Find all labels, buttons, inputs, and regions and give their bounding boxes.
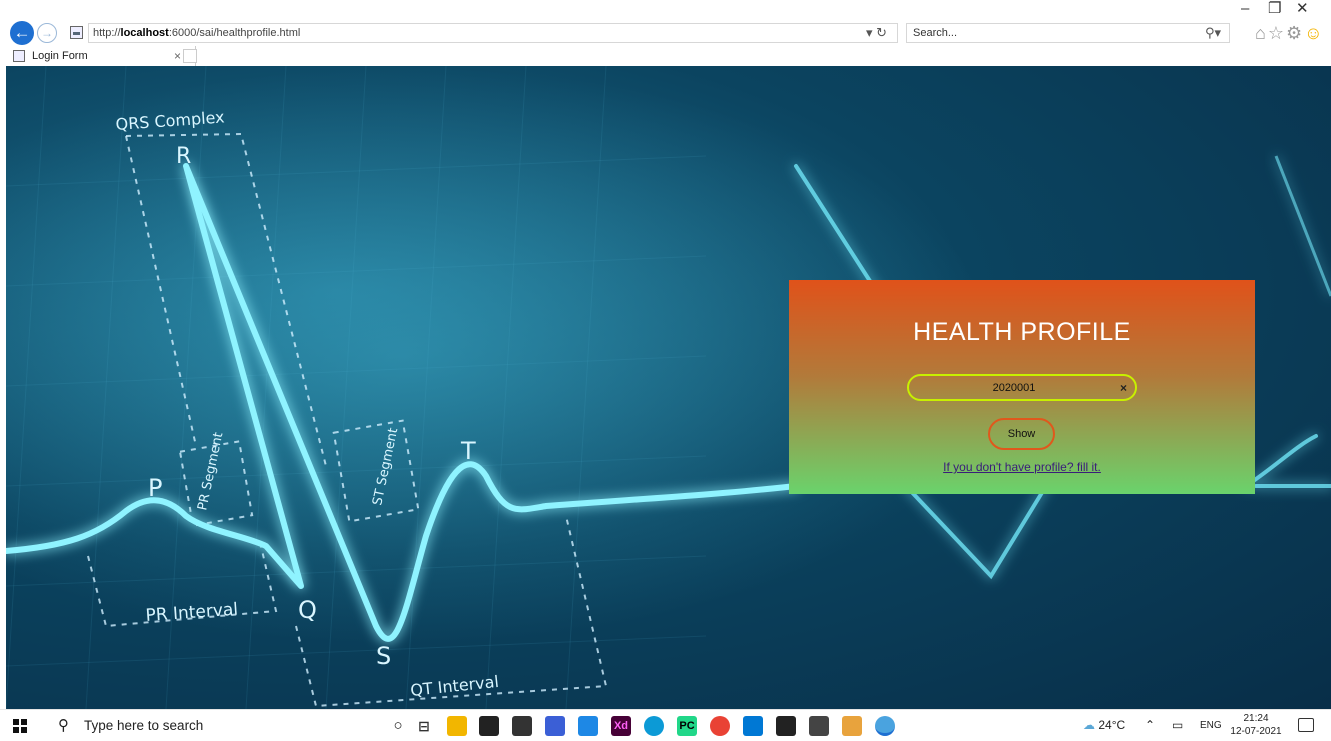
taskbar-search-placeholder: Type here to search	[84, 718, 204, 733]
t-wave-label: T	[460, 437, 476, 465]
vscode-icon[interactable]	[743, 716, 763, 736]
clock-date: 12-07-2021	[1230, 726, 1282, 737]
app-icon-blue[interactable]	[545, 716, 565, 736]
terminal-icon[interactable]	[776, 716, 796, 736]
close-window-icon[interactable]: ✕	[1296, 0, 1309, 18]
language-indicator[interactable]: ENG	[1200, 710, 1222, 741]
browser-search-input[interactable]: Search...	[906, 23, 1230, 43]
gear-icon[interactable]: ⚙	[1286, 23, 1304, 43]
url-host: localhost	[120, 27, 169, 39]
forward-button[interactable]: →	[37, 23, 57, 43]
profile-id-input[interactable]	[919, 379, 1109, 397]
edge-icon[interactable]	[644, 716, 664, 736]
address-bar[interactable]: http://localhost:6000/sai/healthprofile.…	[88, 23, 898, 43]
clear-input-icon[interactable]: ×	[1120, 379, 1127, 397]
r-wave-label: R	[176, 144, 191, 169]
tab-page-icon	[13, 50, 25, 62]
new-tab-button[interactable]	[183, 49, 197, 63]
fill-profile-link[interactable]: If you don't have profile? fill it.	[789, 460, 1255, 474]
minimize-icon[interactable]: –	[1241, 0, 1249, 18]
mail-icon[interactable]	[512, 716, 532, 736]
chrome-icon[interactable]	[710, 716, 730, 736]
cortana-icon[interactable]: ○	[388, 716, 408, 736]
profile-id-field[interactable]: ×	[907, 374, 1137, 401]
photos-icon[interactable]	[809, 716, 829, 736]
file-explorer-icon[interactable]	[447, 716, 467, 736]
battery-icon[interactable]: ▭	[1172, 710, 1183, 741]
clock-time: 21:24	[1243, 713, 1269, 724]
panel-title: HEALTH PROFILE	[913, 318, 1131, 346]
adobe-xd-icon[interactable]: Xd	[611, 716, 631, 736]
skype-icon[interactable]	[578, 716, 598, 736]
internet-explorer-icon[interactable]	[875, 716, 895, 736]
smiley-feedback-icon[interactable]: ☺	[1304, 23, 1324, 43]
home-icon[interactable]: ⌂	[1255, 23, 1268, 43]
url-prefix: http://	[93, 27, 121, 39]
show-button[interactable]: Show	[988, 418, 1055, 450]
refresh-button[interactable]: ▾ ↻	[866, 23, 887, 43]
page-content: QRS Complex R P Q S T PR Segment ST Segm…	[6, 66, 1331, 709]
weather-widget[interactable]: ☁ 24°C	[1083, 710, 1125, 741]
p-wave-label: P	[148, 474, 162, 502]
page-icon	[70, 26, 83, 39]
url-path: :6000/sai/healthprofile.html	[168, 27, 301, 39]
paint-icon[interactable]	[842, 716, 862, 736]
restore-icon[interactable]: ❐	[1268, 0, 1281, 18]
search-icon: ⚲	[58, 717, 69, 734]
windows-taskbar: ⚲ Type here to search ○ ⊟ Xd PC ☁ 24°C ⌃…	[0, 709, 1331, 740]
favorites-icon[interactable]: ☆	[1268, 23, 1286, 43]
store-icon[interactable]	[479, 716, 499, 736]
search-icon[interactable]: ⚲▾	[1205, 23, 1221, 43]
toolbar-icons: ⌂☆⚙☺	[1255, 22, 1325, 44]
weather-icon: ☁	[1083, 718, 1099, 732]
clock[interactable]: 21:24 12-07-2021	[1228, 712, 1284, 738]
taskbar-search-input[interactable]: ⚲ Type here to search	[48, 713, 338, 739]
browser-chrome: – ❐ ✕ ← → http://localhost:6000/sai/heal…	[0, 0, 1331, 66]
show-hidden-icons[interactable]: ⌃	[1145, 710, 1155, 741]
s-wave-label: S	[376, 642, 391, 670]
back-button[interactable]: ←	[10, 21, 34, 45]
q-wave-label: Q	[298, 596, 317, 624]
close-tab-icon[interactable]: ×	[174, 46, 181, 66]
tab-bar: Login Form ×	[0, 46, 1331, 66]
health-profile-panel: HEALTH PROFILE × Show If you don't have …	[789, 280, 1255, 494]
tab-login-form[interactable]: Login Form ×	[6, 46, 196, 66]
windows-start-icon[interactable]	[13, 719, 27, 733]
navigation-bar: – ❐ ✕ ← → http://localhost:6000/sai/heal…	[0, 0, 1331, 45]
tab-title: Login Form	[32, 50, 88, 62]
pycharm-icon[interactable]: PC	[677, 716, 697, 736]
weather-temp: 24°C	[1098, 718, 1126, 732]
task-view-icon[interactable]: ⊟	[414, 716, 434, 736]
notification-icon[interactable]	[1298, 718, 1314, 732]
